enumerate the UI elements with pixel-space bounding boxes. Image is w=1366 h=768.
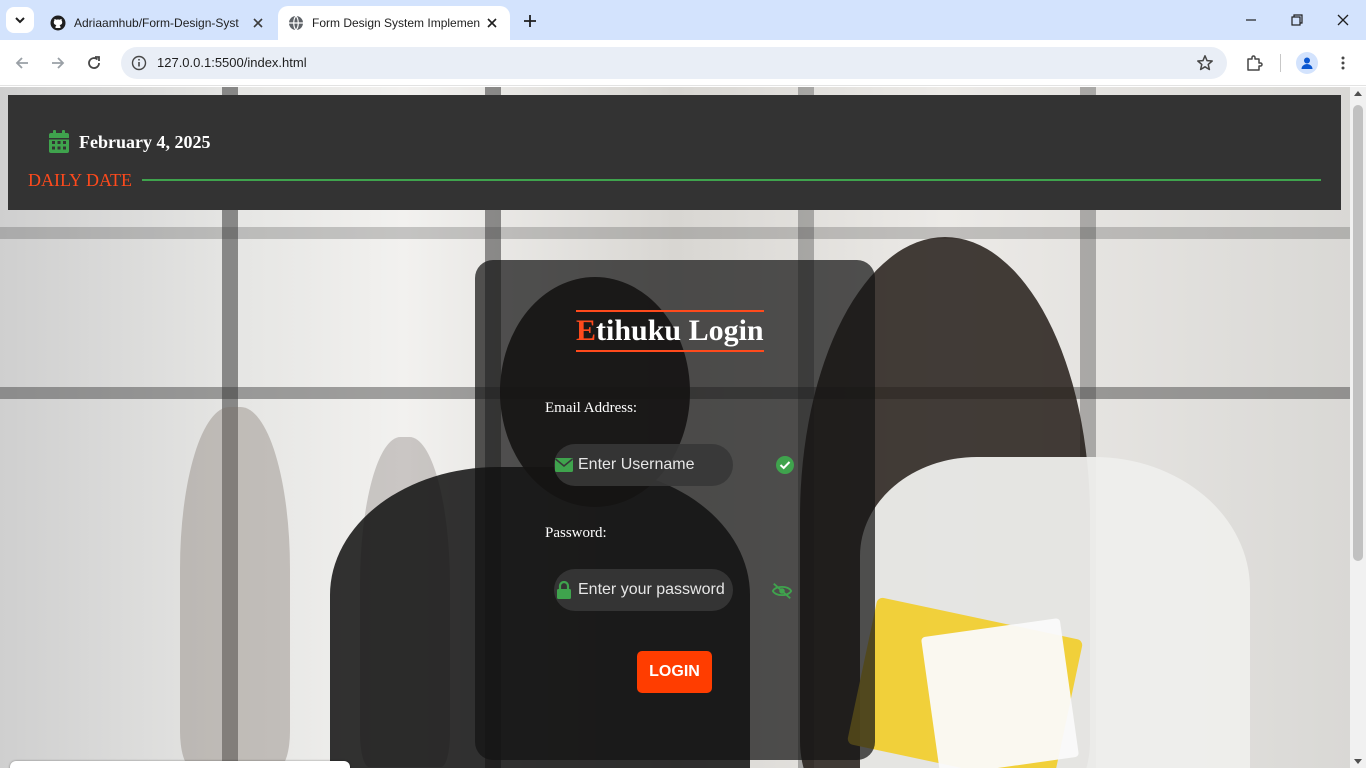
tab-title: Form Design System Implement xyxy=(312,16,480,30)
extensions-button[interactable] xyxy=(1242,51,1266,75)
password-input[interactable] xyxy=(578,581,728,599)
back-button[interactable] xyxy=(10,51,34,75)
scroll-down-arrow[interactable] xyxy=(1354,759,1362,764)
url-text: 127.0.0.1:5500/index.html xyxy=(157,55,307,70)
close-tab-icon[interactable] xyxy=(250,15,266,31)
restore-icon xyxy=(1291,14,1303,26)
status-bubble xyxy=(10,761,350,768)
restore-button[interactable] xyxy=(1285,8,1309,32)
password-field-wrapper xyxy=(554,569,733,611)
toolbar-separator xyxy=(1280,54,1281,72)
divider-line xyxy=(142,179,1321,181)
daily-date-label: DAILY DATE xyxy=(28,170,133,190)
tab-strip: Adriaamhub/Form-Design-Syst Form Design … xyxy=(0,0,1366,40)
login-form: Etihuku Login Email Address: Password: L… xyxy=(475,260,875,760)
page-viewport: February 4, 2025 DAILY DATE Etihuku Logi… xyxy=(0,87,1350,768)
tab-form-design[interactable]: Form Design System Implement xyxy=(278,6,510,40)
lock-icon xyxy=(554,580,574,600)
close-icon xyxy=(1337,14,1349,26)
github-icon xyxy=(50,15,66,31)
address-bar[interactable]: 127.0.0.1:5500/index.html xyxy=(121,47,1227,79)
calendar-icon xyxy=(49,130,69,153)
reload-button[interactable] xyxy=(82,51,106,75)
eye-slash-icon[interactable] xyxy=(771,580,793,602)
close-window-button[interactable] xyxy=(1331,8,1355,32)
check-circle-icon xyxy=(774,454,796,476)
envelope-icon xyxy=(554,455,574,475)
page-scrollbar[interactable] xyxy=(1350,87,1366,768)
forward-button[interactable] xyxy=(46,51,70,75)
chevron-down-icon xyxy=(15,17,25,24)
puzzle-icon xyxy=(1247,55,1263,71)
tab-title: Adriaamhub/Form-Design-Syst xyxy=(74,16,239,30)
arrow-right-icon xyxy=(52,57,65,69)
arrow-left-icon xyxy=(15,57,28,69)
site-info-icon[interactable] xyxy=(129,53,149,73)
login-button[interactable]: LOGIN xyxy=(637,651,712,693)
bookmark-star-icon[interactable] xyxy=(1195,53,1215,73)
new-tab-button[interactable] xyxy=(518,10,542,32)
tab-github[interactable]: Adriaamhub/Form-Design-Syst xyxy=(40,6,276,40)
profile-avatar[interactable] xyxy=(1296,52,1318,74)
person-icon xyxy=(1301,57,1313,69)
email-input[interactable] xyxy=(578,456,728,474)
scroll-up-arrow[interactable] xyxy=(1354,91,1362,96)
password-label: Password: xyxy=(545,525,607,541)
email-label: Email Address: xyxy=(545,400,638,416)
email-field-wrapper xyxy=(554,444,733,486)
tab-search-button[interactable] xyxy=(6,7,34,33)
current-date: February 4, 2025 xyxy=(79,131,211,152)
scrollbar-thumb[interactable] xyxy=(1353,105,1363,561)
reload-icon xyxy=(88,56,100,69)
minimize-icon xyxy=(1246,19,1256,21)
title-rest: tihuku Login xyxy=(596,314,764,347)
close-tab-icon[interactable] xyxy=(484,15,500,31)
browser-toolbar: 127.0.0.1:5500/index.html xyxy=(0,40,1366,86)
date-row: February 4, 2025 xyxy=(48,130,210,154)
globe-icon xyxy=(289,15,303,31)
login-title: Etihuku Login xyxy=(576,310,764,352)
minimize-button[interactable] xyxy=(1239,8,1263,32)
title-first-letter: E xyxy=(576,314,597,347)
more-vert-icon xyxy=(1341,56,1345,70)
browser-menu-button[interactable] xyxy=(1331,51,1355,75)
plus-icon xyxy=(524,15,536,27)
daily-date-header: February 4, 2025 DAILY DATE xyxy=(8,95,1341,210)
